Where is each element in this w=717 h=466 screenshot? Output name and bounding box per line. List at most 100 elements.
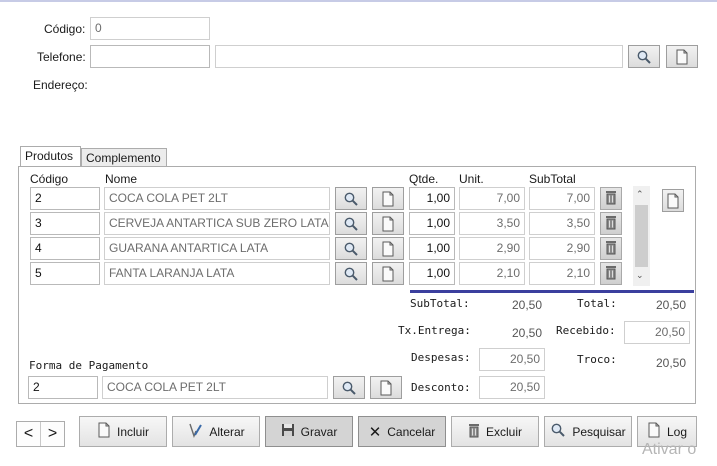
- pagamento-new-button[interactable]: [370, 376, 402, 399]
- txentrega-label: Tx.Entrega:: [398, 324, 471, 337]
- document-icon: [647, 422, 661, 441]
- cancelar-button[interactable]: ✕ Cancelar: [358, 416, 446, 447]
- row-unit-field[interactable]: 3,50: [459, 212, 525, 235]
- row-codigo-field[interactable]: 3: [30, 212, 100, 235]
- row-search-button[interactable]: [335, 212, 367, 235]
- row-unit-field[interactable]: 7,00: [459, 187, 525, 210]
- search-icon: [636, 49, 652, 65]
- pesquisar-label: Pesquisar: [572, 424, 626, 439]
- col-unit-header: Unit.: [459, 172, 484, 186]
- edit-icon: [187, 422, 203, 441]
- row-codigo-field[interactable]: 5: [30, 262, 100, 285]
- codigo-field[interactable]: 0: [90, 17, 210, 40]
- row-delete-button[interactable]: [600, 212, 622, 235]
- desconto-field[interactable]: 20,50: [479, 376, 545, 399]
- cliente-nome-field[interactable]: [215, 45, 623, 68]
- document-icon: [381, 241, 395, 257]
- search-icon: [343, 266, 359, 282]
- row-qtde-field[interactable]: 1,00: [409, 212, 455, 235]
- previous-button[interactable]: <: [17, 422, 41, 446]
- trash-icon: [605, 190, 617, 208]
- pagamento-search-button[interactable]: [333, 376, 365, 399]
- pesquisar-button[interactable]: Pesquisar: [544, 416, 632, 447]
- telefone-field[interactable]: [90, 45, 210, 68]
- excluir-label: Excluir: [485, 424, 522, 439]
- recebido-label: Recebido:: [556, 324, 616, 337]
- row-new-button[interactable]: [372, 237, 404, 260]
- gravar-label: Gravar: [300, 424, 338, 439]
- pagamento-codigo-field[interactable]: 2: [28, 376, 98, 399]
- subtotal-label: SubTotal:: [410, 297, 470, 310]
- txentrega-value: 20,50: [511, 326, 542, 340]
- subtotal-value: 20,50: [511, 298, 542, 312]
- trash-icon: [605, 265, 617, 283]
- row-new-button[interactable]: [372, 212, 404, 235]
- recebido-field[interactable]: 20,50: [624, 321, 690, 344]
- row-search-button[interactable]: [335, 187, 367, 210]
- total-label: Total:: [577, 297, 617, 310]
- gravar-button[interactable]: Gravar: [265, 416, 353, 447]
- row-unit-field[interactable]: 2,10: [459, 262, 525, 285]
- row-new-button[interactable]: [372, 187, 404, 210]
- search-icon: [343, 241, 359, 257]
- row-nome-field[interactable]: CERVEJA ANTARTICA SUB ZERO LATA: [104, 212, 330, 235]
- search-icon: [550, 422, 566, 441]
- col-nome-header: Nome: [105, 172, 138, 186]
- document-icon: [379, 380, 393, 396]
- pagamento-nome-field[interactable]: COCA COLA PET 2LT: [102, 376, 328, 399]
- trash-icon: [605, 240, 617, 258]
- search-cliente-button[interactable]: [628, 45, 660, 68]
- document-icon: [381, 266, 395, 282]
- document-icon: [381, 216, 395, 232]
- search-icon: [341, 380, 357, 396]
- row-unit-field[interactable]: 2,90: [459, 237, 525, 260]
- add-item-button[interactable]: [662, 189, 684, 212]
- document-icon: [666, 193, 680, 209]
- telefone-label: Telefone:: [37, 50, 86, 64]
- row-delete-button[interactable]: [600, 187, 622, 210]
- next-button[interactable]: >: [41, 422, 64, 446]
- alterar-button[interactable]: Alterar: [172, 416, 260, 447]
- row-search-button[interactable]: [335, 237, 367, 260]
- row-qtde-field[interactable]: 1,00: [409, 187, 455, 210]
- excluir-button[interactable]: Excluir: [451, 416, 539, 447]
- grid-scrollbar-thumb[interactable]: [635, 205, 648, 267]
- row-qtde-field[interactable]: 1,00: [409, 237, 455, 260]
- row-delete-button[interactable]: [600, 237, 622, 260]
- search-icon: [343, 216, 359, 232]
- despesas-field[interactable]: 20,50: [479, 348, 545, 371]
- scroll-down-icon[interactable]: ⌄: [636, 270, 644, 281]
- forma-pagamento-label: Forma de Pagamento: [29, 359, 149, 372]
- document-icon: [381, 191, 395, 207]
- trash-icon: [468, 423, 480, 441]
- row-nome-field[interactable]: GUARANA ANTARTICA LATA: [104, 237, 330, 260]
- codigo-label: Código:: [44, 22, 86, 36]
- col-subtotal-header: SubTotal: [529, 172, 576, 186]
- row-nome-field[interactable]: COCA COLA PET 2LT: [104, 187, 330, 210]
- tab-produtos[interactable]: Produtos: [20, 146, 81, 167]
- troco-value: 20,50: [655, 356, 686, 370]
- trash-icon: [605, 215, 617, 233]
- despesas-label: Despesas:: [411, 351, 471, 364]
- tab-complemento[interactable]: Complemento: [81, 148, 167, 167]
- record-navigator: < >: [16, 421, 65, 447]
- row-search-button[interactable]: [335, 262, 367, 285]
- row-codigo-field[interactable]: 2: [30, 187, 100, 210]
- row-subtotal-field: 3,50: [529, 212, 595, 235]
- row-delete-button[interactable]: [600, 262, 622, 285]
- new-document-icon: [97, 422, 111, 441]
- activation-watermark: Ativar o: [642, 441, 697, 458]
- new-cliente-button[interactable]: [666, 45, 698, 68]
- row-nome-field[interactable]: FANTA LARANJA LATA: [104, 262, 330, 285]
- row-codigo-field[interactable]: 4: [30, 237, 100, 260]
- row-new-button[interactable]: [372, 262, 404, 285]
- incluir-label: Incluir: [116, 424, 149, 439]
- scroll-up-icon[interactable]: ⌃: [636, 189, 644, 200]
- search-icon: [343, 191, 359, 207]
- endereco-label: Endereço:: [33, 78, 88, 92]
- row-qtde-field[interactable]: 1,00: [409, 262, 455, 285]
- incluir-button[interactable]: Incluir: [79, 416, 167, 447]
- col-codigo-header: Código: [30, 172, 69, 186]
- row-subtotal-field: 7,00: [529, 187, 595, 210]
- totals-separator: [410, 290, 694, 293]
